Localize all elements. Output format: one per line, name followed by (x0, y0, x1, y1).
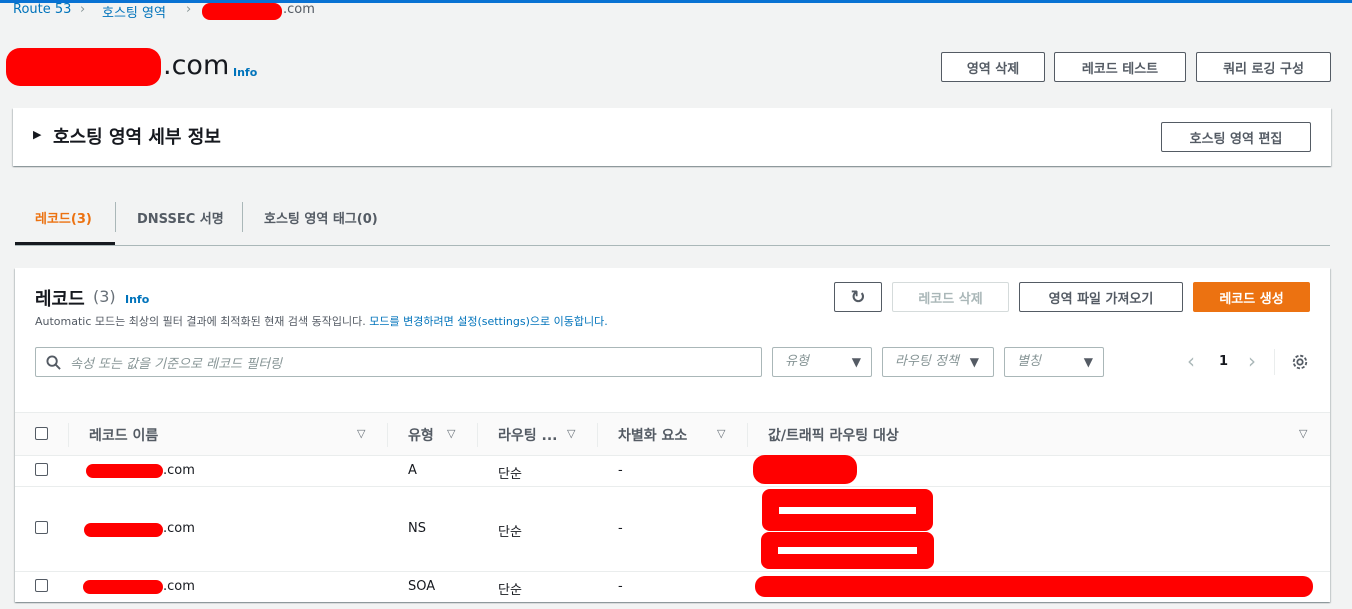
import-zone-file-button[interactable]: 영역 파일 가져오기 (1019, 282, 1183, 312)
chevron-right-icon[interactable]: › (1248, 349, 1256, 373)
column-header-routing[interactable]: 라우팅 ... (498, 425, 557, 445)
redacted-value (762, 489, 933, 531)
caret-down-icon: ▼ (851, 355, 861, 369)
search-placeholder: 속성 또는 값을 기준으로 레코드 필터링 (70, 357, 283, 372)
delete-record-button[interactable]: 레코드 삭제 (892, 282, 1009, 312)
records-info-link[interactable]: Info (125, 293, 149, 306)
chevron-right-icon: › (186, 2, 192, 17)
page-title: .com (163, 50, 230, 81)
tab-dnssec[interactable]: DNSSEC 서명 (137, 208, 224, 227)
column-divider (68, 423, 69, 447)
redacted-value (761, 532, 934, 569)
caret-right-icon[interactable]: ▶ (33, 128, 41, 141)
record-differentiator: - (618, 463, 623, 478)
column-divider (597, 423, 598, 447)
select-all-checkbox[interactable] (35, 427, 48, 440)
sort-icon[interactable]: ▽ (1299, 427, 1307, 440)
filter-alias-label: 별칭 (1017, 354, 1041, 369)
records-title: 레코드 (35, 289, 85, 310)
table-header-top-border (15, 412, 1330, 413)
records-description: Automatic 모드는 최상의 필터 결과에 최적화된 현재 검색 동작입니… (35, 313, 608, 329)
column-header-record-name[interactable]: 레코드 이름 (89, 425, 158, 445)
column-header-differentiator[interactable]: 차별화 요소 (618, 425, 687, 445)
tab-divider (242, 202, 243, 232)
row-checkbox[interactable] (35, 463, 48, 476)
redaction-stripe (778, 547, 917, 554)
sort-icon[interactable]: ▽ (357, 427, 365, 440)
sort-icon[interactable]: ▽ (567, 427, 575, 440)
redaction-stripe (779, 507, 916, 514)
tab-divider (115, 202, 116, 232)
row-divider (15, 486, 1330, 487)
redacted-domain (6, 48, 161, 86)
info-link[interactable]: Info (233, 66, 257, 79)
tab-tags[interactable]: 호스팅 영역 태그(0) (264, 208, 378, 227)
edit-hosted-zone-button[interactable]: 호스팅 영역 편집 (1161, 122, 1311, 152)
delete-zone-button[interactable]: 영역 삭제 (941, 52, 1045, 82)
page-number[interactable]: 1 (1219, 354, 1228, 369)
record-type: SOA (408, 579, 436, 594)
filter-alias-select[interactable]: 별칭 ▼ (1004, 347, 1104, 377)
table-header-bottom-border (15, 455, 1330, 456)
filter-routing-label: 라우팅 정책 (895, 354, 959, 369)
redacted-domain (202, 3, 282, 20)
gear-icon[interactable] (1291, 353, 1309, 371)
record-routing: 단순 (498, 583, 522, 598)
query-logging-button[interactable]: 쿼리 로깅 구성 (1196, 52, 1331, 82)
pagination-divider (1274, 349, 1275, 375)
refresh-icon: ↻ (850, 286, 866, 308)
search-input[interactable]: 속성 또는 값을 기준으로 레코드 필터링 (35, 347, 762, 377)
details-panel-title[interactable]: 호스팅 영역 세부 정보 (53, 123, 221, 149)
column-divider (477, 423, 478, 447)
records-count: (3) (93, 287, 116, 306)
redacted-domain (83, 580, 163, 594)
refresh-button[interactable]: ↻ (834, 282, 882, 312)
record-differentiator: - (618, 579, 623, 594)
top-accent-bar (0, 0, 1352, 3)
column-header-type[interactable]: 유형 (408, 425, 434, 445)
breadcrumb-route53[interactable]: Route 53 (13, 2, 71, 17)
record-type: NS (408, 521, 426, 536)
record-name[interactable]: .com (163, 463, 195, 478)
column-divider (747, 423, 748, 447)
filter-routing-select[interactable]: 라우팅 정책 ▼ (882, 347, 994, 377)
redacted-value (755, 576, 1313, 597)
settings-link[interactable]: 모드를 변경하려면 설정(settings)으로 이동합니다. (369, 315, 607, 328)
record-name[interactable]: .com (163, 521, 195, 536)
column-header-value[interactable]: 값/트래픽 라우팅 대상 (768, 425, 899, 445)
filter-type-label: 유형 (785, 354, 809, 369)
redacted-domain (86, 464, 163, 478)
record-routing: 단순 (498, 467, 522, 482)
test-record-button[interactable]: 레코드 테스트 (1054, 52, 1186, 82)
record-routing: 단순 (498, 525, 522, 540)
caret-down-icon: ▼ (969, 355, 979, 369)
breadcrumb-hosted-zones[interactable]: 호스팅 영역 (102, 2, 166, 21)
tab-records[interactable]: 레코드(3) (35, 208, 92, 227)
caret-down-icon: ▼ (1083, 355, 1093, 369)
row-divider (15, 571, 1330, 572)
chevron-left-icon[interactable]: ‹ (1187, 349, 1195, 373)
record-differentiator: - (618, 521, 623, 536)
search-icon (46, 355, 61, 370)
breadcrumb-current: .com (283, 2, 315, 17)
row-checkbox[interactable] (35, 521, 48, 534)
create-record-button[interactable]: 레코드 생성 (1193, 282, 1310, 312)
row-checkbox[interactable] (35, 579, 48, 592)
redacted-domain (84, 523, 163, 537)
chevron-right-icon: › (80, 2, 86, 17)
filter-type-select[interactable]: 유형 ▼ (772, 347, 872, 377)
sort-icon[interactable]: ▽ (717, 427, 725, 440)
records-description-text: Automatic 모드는 최상의 필터 결과에 최적화된 현재 검색 동작입니… (35, 315, 366, 328)
record-type: A (408, 463, 417, 478)
redacted-value (753, 455, 857, 484)
tab-underline (15, 245, 1330, 246)
sort-icon[interactable]: ▽ (447, 427, 455, 440)
column-divider (387, 423, 388, 447)
record-name[interactable]: .com (163, 579, 195, 594)
hosted-zone-details-panel: ▶ 호스팅 영역 세부 정보 호스팅 영역 편집 (13, 108, 1331, 166)
